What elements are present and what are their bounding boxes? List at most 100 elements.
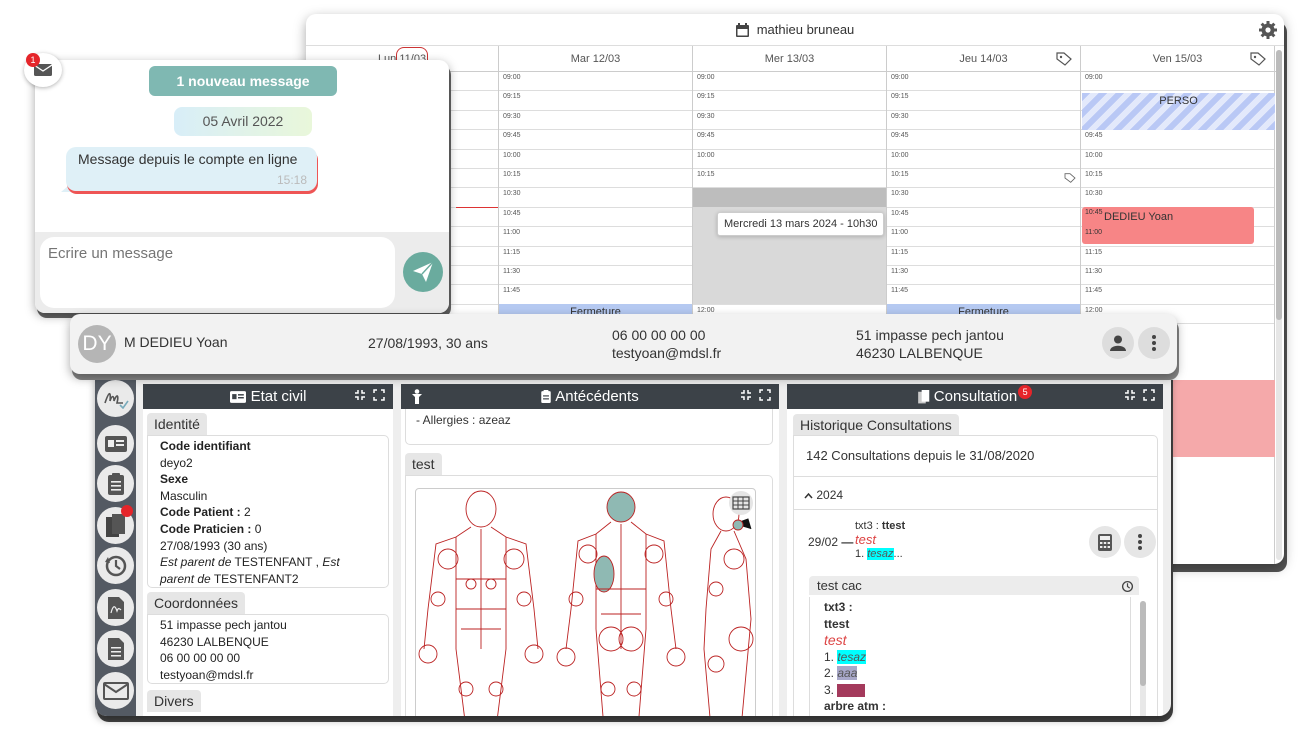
time-slot[interactable]: 09:15 <box>499 91 692 111</box>
time-slot[interactable]: 09:45 <box>887 130 1080 150</box>
calculator-button[interactable] <box>1089 526 1121 558</box>
more-vertical-icon <box>1152 335 1156 351</box>
event-perso[interactable]: PERSO <box>1082 93 1275 130</box>
sidebar-item-antecedents[interactable] <box>97 465 134 502</box>
time-slot[interactable]: 10:30 <box>499 188 692 208</box>
patient-more-button[interactable] <box>1138 327 1170 359</box>
calendar-day-headers: Lun 11/03 Mar 12/03 Mer 13/03 Jeu 14/03 … <box>306 46 1276 72</box>
entry-date[interactable]: 29/02 — <box>808 535 853 549</box>
tab-coordonnees[interactable]: Coordonnées <box>147 592 246 614</box>
time-slot[interactable]: 09:00 <box>693 72 886 92</box>
time-slot[interactable]: 10:00 <box>887 150 1080 169</box>
time-slot[interactable]: 10:15 <box>887 169 1080 189</box>
time-slot[interactable]: 10:00 <box>693 150 886 169</box>
id-card-icon <box>104 435 127 452</box>
history-icon[interactable] <box>1121 580 1134 593</box>
time-slot[interactable]: 10:00 <box>1081 150 1274 169</box>
time-slot[interactable]: 09:45 <box>499 130 692 150</box>
day-header-wed[interactable]: Mer 13/03 <box>693 46 887 71</box>
calendar-scrollbar[interactable] <box>1276 50 1282 560</box>
day-header-thu[interactable]: Jeu 14/03 <box>887 46 1081 71</box>
history-section: 142 Consultations depuis le 31/08/2020 2… <box>793 435 1158 716</box>
event-patient-appointment[interactable]: 10:45 11:00 DEDIEU Yoan <box>1082 207 1254 244</box>
body-chart[interactable] <box>415 488 756 716</box>
tag-icon[interactable] <box>1056 52 1072 66</box>
time-slot[interactable]: 11:00 <box>887 227 1080 247</box>
avatar[interactable]: DY <box>78 325 116 363</box>
time-slot[interactable]: 10:15 <box>499 169 692 189</box>
history-icon <box>104 555 126 576</box>
signature-icon <box>103 392 129 409</box>
table-grid-icon[interactable] <box>729 491 753 515</box>
busy-slot[interactable] <box>693 188 886 207</box>
time-slot[interactable]: 11:00 <box>499 227 692 247</box>
tab-test[interactable]: test <box>405 453 442 475</box>
time-slot[interactable]: 10:15 <box>1081 169 1274 189</box>
sidebar-item-history[interactable] <box>97 547 134 584</box>
sidebar-item-document[interactable] <box>97 630 134 667</box>
tab-identite[interactable]: Identité <box>147 413 207 435</box>
time-slot[interactable]: 09:00 <box>1081 72 1274 92</box>
time-slot[interactable]: 09:15 <box>887 91 1080 111</box>
year-toggle[interactable]: 2024 <box>804 488 843 502</box>
day-header-fri[interactable]: Ven 15/03 <box>1081 46 1275 71</box>
allergies-box: - Allergies : azeaz <box>405 409 773 445</box>
compress-icon[interactable] <box>1124 389 1136 401</box>
compress-icon[interactable] <box>740 389 752 401</box>
time-slot[interactable]: 11:30 <box>1081 266 1274 286</box>
expand-icon[interactable] <box>373 389 385 401</box>
time-slot[interactable]: 09:30 <box>693 111 886 131</box>
new-message-banner[interactable]: 1 nouveau message <box>149 66 337 96</box>
time-slot[interactable]: 09:00 <box>887 72 1080 92</box>
record-sidebar <box>95 374 136 716</box>
time-slot[interactable]: 11:45 <box>887 285 1080 305</box>
patient-profile-button[interactable] <box>1102 327 1134 359</box>
day-header-tue[interactable]: Mar 12/03 <box>499 46 693 71</box>
time-slot[interactable]: 09:45 <box>693 130 886 150</box>
notification-dot <box>121 505 133 517</box>
event-fermeture[interactable]: Fermeture <box>499 304 692 314</box>
time-slot[interactable]: 10:15 <box>693 169 886 189</box>
time-slot[interactable]: 09:30 <box>499 111 692 131</box>
time-slot[interactable]: 11:15 <box>1081 247 1274 266</box>
expand-icon[interactable] <box>759 389 771 401</box>
practitioner-name: mathieu bruneau <box>756 22 855 37</box>
send-button[interactable] <box>403 252 443 292</box>
detail-scrollbar[interactable] <box>1140 601 1146 716</box>
event-fermeture[interactable]: Fermeture <box>887 304 1080 314</box>
tab-divers[interactable]: Divers <box>147 690 201 712</box>
time-slot[interactable]: 09:00 <box>499 72 692 92</box>
tab-test-cac[interactable]: test cac <box>809 576 1139 595</box>
time-slot[interactable]: 09:45 <box>1081 130 1274 150</box>
sidebar-item-consultation[interactable] <box>97 505 134 544</box>
compress-icon[interactable] <box>354 389 366 401</box>
message-input[interactable] <box>40 237 395 308</box>
sidebar-item-pdf[interactable] <box>97 589 134 626</box>
time-slot[interactable]: 09:30 <box>887 111 1080 131</box>
entry-more-button[interactable] <box>1124 526 1156 558</box>
time-slot[interactable]: 11:45 <box>499 285 692 305</box>
sidebar-item-messages[interactable] <box>97 672 134 709</box>
time-slot[interactable]: 09:15 <box>693 91 886 111</box>
time-slot[interactable]: 10:00 <box>499 150 692 169</box>
tag-icon[interactable] <box>1064 173 1076 183</box>
patient-address: 51 impasse pech jantou 46230 LALBENQUE <box>856 327 1004 361</box>
sidebar-item-signature[interactable] <box>97 380 134 417</box>
time-slot[interactable]: 11:30 <box>499 266 692 286</box>
time-slot[interactable]: 11:45 <box>1081 285 1274 305</box>
tab-historique-consultations[interactable]: Historique Consultations <box>793 414 959 436</box>
time-slot[interactable]: 10:30 <box>1081 188 1274 208</box>
chat-toggle[interactable]: 1 <box>24 53 62 87</box>
expand-icon[interactable] <box>1143 389 1155 401</box>
time-slot[interactable]: 10:45 <box>887 208 1080 228</box>
time-slot[interactable]: 11:15 <box>887 247 1080 266</box>
time-slot[interactable]: 11:30 <box>887 266 1080 286</box>
time-slot[interactable]: 11:15 <box>499 247 692 266</box>
consultation-entry[interactable]: txt3 : ttest test 1. tesaz... <box>855 519 905 561</box>
sidebar-item-etat-civil[interactable] <box>97 425 134 462</box>
time-slot[interactable]: 10:30 <box>887 188 1080 208</box>
tag-icon[interactable] <box>1250 52 1266 66</box>
gear-icon[interactable] <box>1258 20 1278 40</box>
user-icon <box>1110 335 1126 351</box>
time-slot[interactable]: 10:45 <box>499 208 692 228</box>
